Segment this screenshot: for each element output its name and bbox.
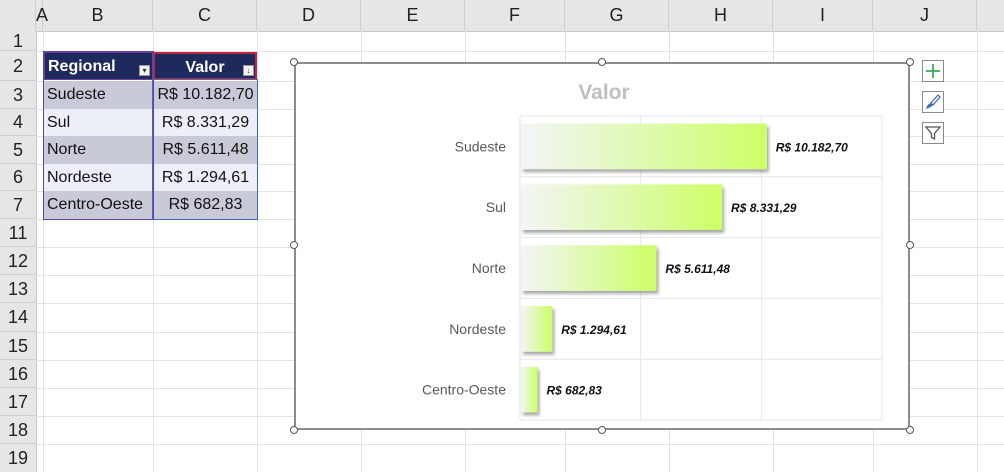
row-header[interactable]: 19: [0, 444, 36, 472]
cell-regional[interactable]: Centro-Oeste: [44, 191, 153, 219]
row-header-column: 1 2 3 4 5 6 7 11 12 13 14 15 16 17 18 19: [0, 31, 37, 472]
bar-chart[interactable]: Valor Sudeste R$ 10.182,70 Sul R$ 8.331,29 N…: [294, 62, 910, 430]
chart-category-label: Centro-Oeste: [422, 382, 506, 398]
chart-bar[interactable]: [521, 306, 553, 352]
chart-data-label: R$ 1.294,61: [561, 323, 627, 337]
column-header-g[interactable]: G: [565, 0, 669, 31]
chart-category-label: Nordeste: [449, 321, 506, 337]
row-header[interactable]: 13: [0, 275, 36, 303]
row-header[interactable]: 15: [0, 332, 36, 360]
column-header-e[interactable]: E: [361, 0, 465, 31]
chart-bar[interactable]: [521, 245, 657, 291]
cell-valor[interactable]: R$ 10.182,70: [154, 81, 257, 109]
resize-handle-right[interactable]: [906, 241, 914, 249]
chart-bar[interactable]: [521, 184, 723, 230]
row-header[interactable]: 18: [0, 416, 36, 444]
chart-data-label: R$ 682,83: [546, 384, 602, 398]
column-header-d[interactable]: D: [257, 0, 361, 31]
row-header[interactable]: 16: [0, 360, 36, 388]
chart-data-label: R$ 10.182,70: [776, 140, 848, 154]
chart-bar[interactable]: [521, 123, 767, 170]
sort-descending-icon[interactable]: ↓: [243, 65, 254, 76]
resize-handle-bottom-left[interactable]: [290, 426, 298, 434]
cell-regional[interactable]: Sudeste: [44, 81, 153, 109]
header-regional-cell[interactable]: Regional: [44, 52, 153, 80]
resize-handle-top-left[interactable]: [290, 58, 298, 66]
chart-canvas: Valor Sudeste R$ 10.182,70 Sul R$ 8.331,29 N…: [422, 81, 883, 421]
cell-regional[interactable]: Nordeste: [44, 164, 153, 191]
row-header[interactable]: 5: [0, 136, 36, 164]
spreadsheet: A B C D E F G H I J 1 2 3 4 5 6 7 11 12 …: [0, 0, 1004, 472]
filter-dropdown-icon[interactable]: ▾: [139, 65, 150, 76]
chart-bar[interactable]: [521, 366, 538, 413]
resize-handle-left[interactable]: [290, 241, 298, 249]
row-header[interactable]: 17: [0, 388, 36, 416]
cell-regional[interactable]: Norte: [44, 136, 153, 164]
header-valor-cell[interactable]: Valor: [153, 52, 257, 80]
chart-title[interactable]: Valor: [578, 81, 629, 104]
chart-category-label: Sudeste: [455, 138, 507, 154]
column-header-c[interactable]: C: [153, 0, 257, 31]
row-header[interactable]: 4: [0, 109, 36, 136]
column-header-b[interactable]: B: [43, 0, 153, 31]
chart-category-label: Norte: [472, 260, 506, 276]
resize-handle-top-right[interactable]: [906, 58, 914, 66]
column-header-f[interactable]: F: [465, 0, 565, 31]
column-header-h[interactable]: H: [669, 0, 773, 31]
row-header[interactable]: 3: [0, 81, 36, 109]
row-header[interactable]: 7: [0, 191, 36, 219]
cell-valor[interactable]: R$ 5.611,48: [154, 136, 257, 164]
cell-valor[interactable]: R$ 1.294,61: [154, 164, 257, 191]
chart-elements-button[interactable]: [922, 60, 944, 82]
resize-handle-bottom[interactable]: [598, 426, 606, 434]
column-header-k[interactable]: [977, 0, 1004, 31]
column-header-a[interactable]: A: [36, 0, 48, 31]
filter-icon: [924, 126, 942, 141]
column-header-j[interactable]: J: [873, 0, 977, 31]
gridline: [977, 31, 978, 472]
row-header[interactable]: 11: [0, 219, 36, 247]
plus-icon: [926, 64, 940, 78]
resize-handle-top[interactable]: [598, 58, 606, 66]
row-header[interactable]: 6: [0, 164, 36, 191]
header-regional-label: Regional: [48, 58, 116, 75]
chart-filters-button[interactable]: [922, 122, 944, 144]
header-valor-label: Valor: [185, 59, 225, 76]
column-header-i[interactable]: I: [773, 0, 873, 31]
cell-valor[interactable]: R$ 8.331,29: [154, 109, 257, 136]
chart-data-label: R$ 8.331,29: [731, 201, 797, 215]
row-header[interactable]: 1: [0, 31, 36, 51]
select-all-corner[interactable]: [0, 0, 36, 31]
plot-area[interactable]: Sudeste R$ 10.182,70 Sul R$ 8.331,29 Norte R$…: [422, 115, 883, 421]
chart-data-label: R$ 5.611,48: [665, 262, 730, 276]
cell-valor[interactable]: R$ 682,83: [154, 191, 257, 219]
row-header[interactable]: 12: [0, 247, 36, 275]
gridline: [36, 444, 1004, 445]
column-header-row: A B C D E F G H I J: [0, 0, 1004, 32]
row-header[interactable]: 14: [0, 303, 36, 332]
row-header[interactable]: 2: [0, 51, 36, 81]
chart-category-label: Sul: [486, 199, 506, 215]
cell-regional[interactable]: Sul: [44, 109, 153, 136]
brush-icon: [926, 94, 941, 109]
gridline: [257, 31, 258, 472]
chart-styles-button[interactable]: [922, 91, 944, 113]
resize-handle-bottom-right[interactable]: [906, 426, 914, 434]
